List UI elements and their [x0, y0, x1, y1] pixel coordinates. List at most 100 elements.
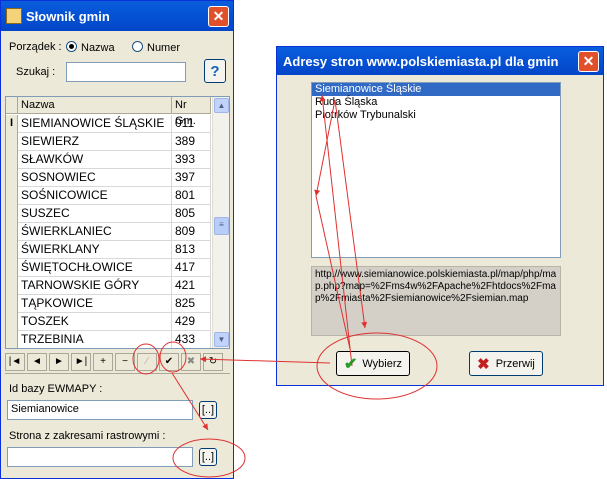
list-item[interactable]: Siemianowice Śląskie	[312, 83, 560, 96]
cell-number[interactable]: 809	[172, 223, 211, 241]
cell-name[interactable]: TARNOWSKIE GÓRY	[18, 277, 172, 295]
nav-refresh-icon[interactable]: ↻	[203, 353, 223, 371]
search-input[interactable]	[66, 62, 186, 82]
radio-icon	[132, 41, 143, 52]
url-display: http://www.siemianowice.polskiemiasta.pl…	[311, 266, 561, 336]
select-button[interactable]: ✔ Wybierz	[336, 351, 410, 376]
table-row[interactable]: TĄPKOWICE 825	[6, 295, 211, 313]
cell-name[interactable]: TRZEBINIA	[18, 331, 172, 348]
municipality-url-list[interactable]: Siemianowice Śląskie Ruda Śląska Piotrków …	[311, 82, 561, 258]
municipality-grid: Nazwa Nr Gm. I SIEMIANOWICE ŚLĄSKIE 011 SIE…	[5, 96, 230, 349]
row-indicator	[6, 241, 18, 259]
cell-number[interactable]: 417	[172, 259, 211, 277]
table-row[interactable]: TOSZEK 429	[6, 313, 211, 331]
scroll-down-icon[interactable]: ▼	[214, 332, 229, 347]
cell-name[interactable]: SŁAWKÓW	[18, 151, 172, 169]
radio-number-label: Numer	[147, 42, 181, 54]
radio-name[interactable]: Nazwa	[66, 41, 115, 54]
cell-number[interactable]: 801	[172, 187, 211, 205]
nav-post-icon[interactable]: ✔	[159, 353, 179, 371]
table-row[interactable]: SOSNOWIEC 397	[6, 169, 211, 187]
base-label: Id bazy EWMAPY :	[9, 383, 103, 395]
cancel-icon: ✖	[477, 355, 490, 373]
table-row[interactable]: SUSZEC 805	[6, 205, 211, 223]
row-indicator	[6, 295, 18, 313]
help-button[interactable]: ?	[204, 59, 226, 83]
cell-number[interactable]: 389	[172, 133, 211, 151]
table-row[interactable]: ŚWIERKLANIEC 809	[6, 223, 211, 241]
cell-name[interactable]: SIEMIANOWICE ŚLĄSKIE	[18, 115, 172, 133]
browse-base-button[interactable]: [..]	[199, 401, 217, 419]
cell-number[interactable]: 433	[172, 331, 211, 348]
dictionary-titlebar: Słownik gmin ✕	[1, 1, 233, 31]
column-header-name[interactable]: Nazwa	[18, 97, 172, 114]
nav-cancel-icon[interactable]: ✖	[181, 353, 201, 371]
list-item[interactable]: Ruda Śląska	[312, 96, 560, 109]
radio-name-label: Nazwa	[81, 42, 115, 54]
row-indicator	[6, 313, 18, 331]
table-row[interactable]: SŁAWKÓW 393	[6, 151, 211, 169]
column-header-number[interactable]: Nr Gm.	[172, 97, 211, 127]
nav-first-icon[interactable]: |◄	[5, 353, 25, 371]
nav-edit-icon[interactable]: ⁄	[137, 353, 157, 371]
cell-name[interactable]: SIEWIERZ	[18, 133, 172, 151]
base-input[interactable]: Siemianowice	[7, 400, 193, 420]
row-indicator	[6, 169, 18, 187]
table-row[interactable]: SIEWIERZ 389	[6, 133, 211, 151]
navigator-bar: |◄ ◄ ► ►| + − ⁄ ✔ ✖ ↻	[5, 353, 230, 371]
select-button-label: Wybierz	[362, 357, 403, 370]
cell-name[interactable]: ŚWIĘTOCHŁOWICE	[18, 259, 172, 277]
cell-number[interactable]: 397	[172, 169, 211, 187]
list-item[interactable]: Piotrków Trybunalski	[312, 109, 560, 122]
cell-number[interactable]: 805	[172, 205, 211, 223]
row-indicator	[6, 223, 18, 241]
cell-name[interactable]: SOŚNICOWICE	[18, 187, 172, 205]
table-row[interactable]: I SIEMIANOWICE ŚLĄSKIE 011	[6, 115, 211, 133]
close-icon[interactable]: ✕	[208, 5, 229, 27]
row-indicator	[6, 133, 18, 151]
table-row[interactable]: ŚWIERKLANY 813	[6, 241, 211, 259]
nav-prior-icon[interactable]: ◄	[27, 353, 47, 371]
row-indicator	[6, 331, 18, 348]
help-icon: ?	[210, 62, 220, 80]
cell-number[interactable]: 825	[172, 295, 211, 313]
nav-insert-icon[interactable]: +	[93, 353, 113, 371]
row-indicator	[6, 151, 18, 169]
cell-name[interactable]: TĄPKOWICE	[18, 295, 172, 313]
row-indicator	[6, 277, 18, 295]
nav-last-icon[interactable]: ►|	[71, 353, 91, 371]
dictionary-title: Słownik gmin	[26, 8, 110, 24]
nav-delete-icon[interactable]: −	[115, 353, 135, 371]
table-row[interactable]: SOŚNICOWICE 801	[6, 187, 211, 205]
page-label: Strona z zakresami rastrowymi :	[9, 430, 166, 442]
table-row[interactable]: TARNOWSKIE GÓRY 421	[6, 277, 211, 295]
row-indicator: I	[6, 115, 18, 133]
row-indicator	[6, 187, 18, 205]
nav-next-icon[interactable]: ►	[49, 353, 69, 371]
dictionary-window: Słownik gmin ✕ Porządek : Nazwa Numer Sz…	[0, 0, 234, 479]
page-input[interactable]	[7, 447, 193, 467]
radio-number[interactable]: Numer	[132, 41, 180, 54]
scroll-up-icon[interactable]: ▲	[214, 98, 229, 113]
close-icon[interactable]: ✕	[578, 50, 599, 72]
table-row[interactable]: TRZEBINIA 433	[6, 331, 211, 348]
cell-number[interactable]: 393	[172, 151, 211, 169]
cell-name[interactable]: ŚWIERKLANY	[18, 241, 172, 259]
cell-number[interactable]: 421	[172, 277, 211, 295]
cell-number[interactable]: 011	[172, 115, 211, 133]
addresses-titlebar: Adresy stron www.polskiemiasta.pl dla gm…	[277, 47, 603, 75]
row-indicator	[6, 205, 18, 223]
cell-name[interactable]: SOSNOWIEC	[18, 169, 172, 187]
cell-name[interactable]: ŚWIERKLANIEC	[18, 223, 172, 241]
grid-scrollbar[interactable]: ▲ ≡ ▼	[212, 97, 229, 348]
cell-name[interactable]: SUSZEC	[18, 205, 172, 223]
table-row[interactable]: ŚWIĘTOCHŁOWICE 417	[6, 259, 211, 277]
cell-number[interactable]: 429	[172, 313, 211, 331]
cancel-button[interactable]: ✖ Przerwij	[469, 351, 543, 376]
cell-name[interactable]: TOSZEK	[18, 313, 172, 331]
cell-number[interactable]: 813	[172, 241, 211, 259]
divider	[5, 373, 230, 374]
scroll-thumb[interactable]: ≡	[214, 217, 229, 235]
checkmark-icon: ✔	[343, 355, 358, 373]
browse-page-button[interactable]: [..]	[199, 448, 217, 466]
